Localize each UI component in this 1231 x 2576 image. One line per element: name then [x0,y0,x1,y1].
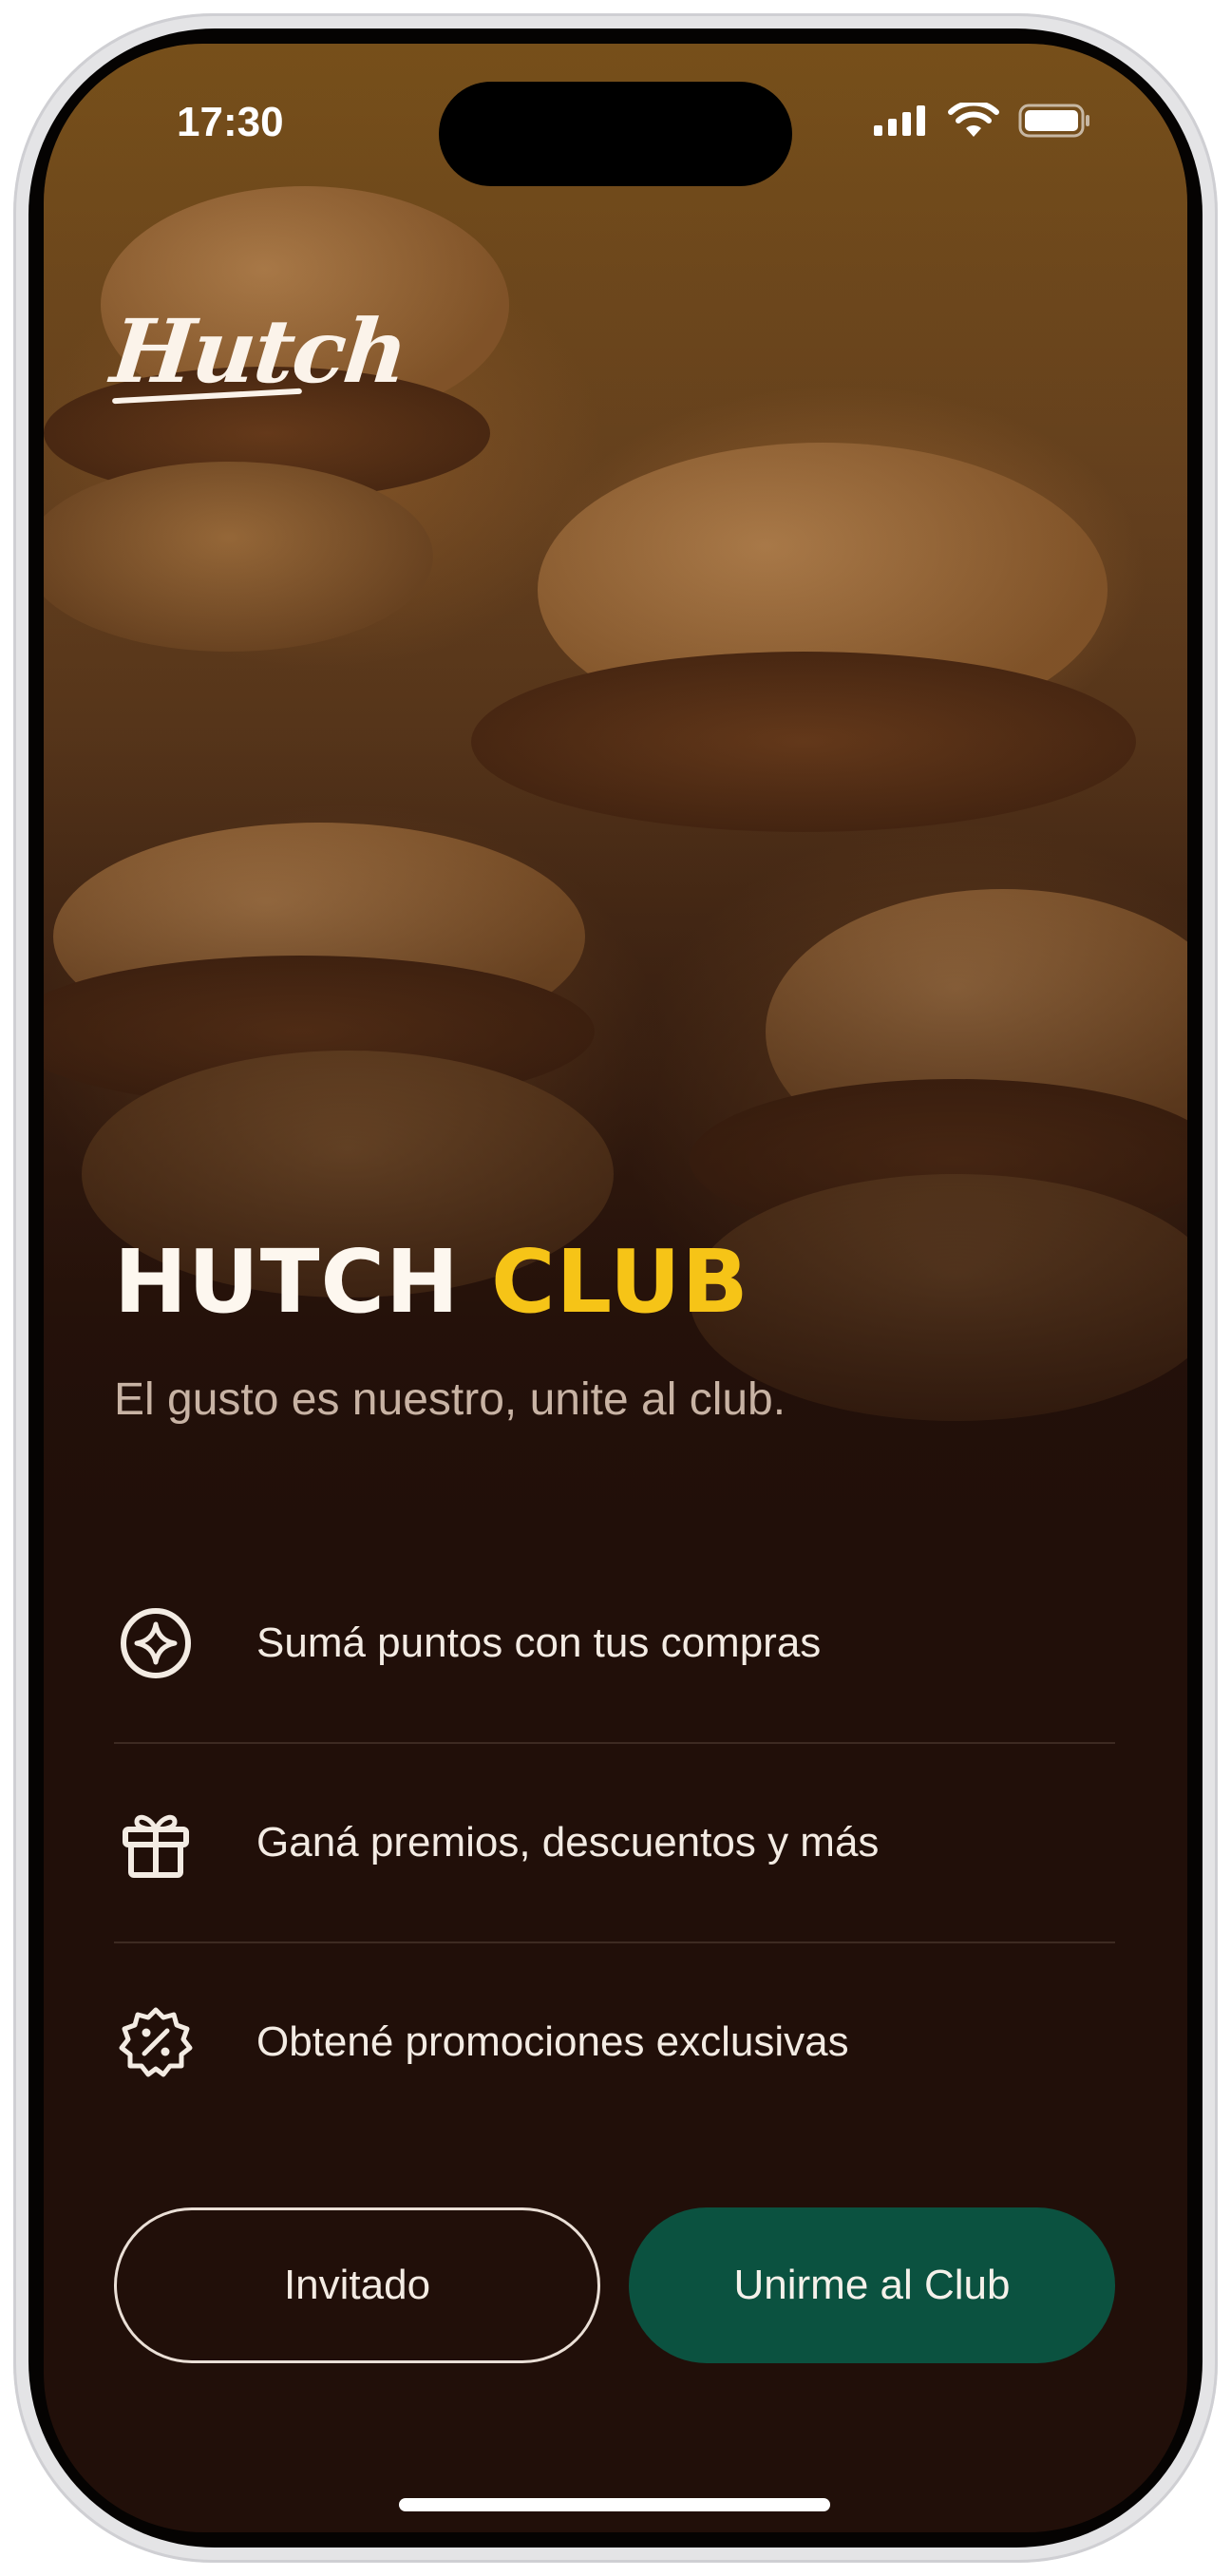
page-title: HUTCH CLUB [114,1231,749,1333]
list-item: Obtené promociones exclusivas [114,1943,1115,2141]
title-accent: CLUB [491,1231,749,1333]
gift-icon [123,1814,189,1878]
discount-badge-icon [119,2007,193,2077]
cellular-signal-icon [874,105,925,136]
hero-gradient-overlay [44,44,1187,1582]
benefit-label: Ganá premios, descuentos y más [256,1819,880,1866]
benefits-list: Sumá puntos con tus compras Ganá premios… [114,1544,1115,2141]
benefit-label: Obtené promociones exclusivas [256,2018,849,2065]
sparkle-circle-icon [121,1608,191,1678]
wifi-icon [948,103,999,137]
home-indicator[interactable] [399,2498,830,2511]
page-subtitle: El gusto es nuestro, unite al club. [114,1374,786,1425]
app-screen: 17:30 Hutch HUTCH CLUB El gusto es nuest… [44,44,1187,2532]
title-main: HUTCH [114,1231,460,1333]
list-item: Ganá premios, descuentos y más [114,1744,1115,1943]
join-club-button[interactable]: Unirme al Club [629,2207,1115,2363]
battery-icon [1018,104,1089,138]
benefit-label: Sumá puntos con tus compras [256,1619,822,1666]
hutch-logo: Hutch [106,300,411,403]
list-item: Sumá puntos con tus compras [114,1544,1115,1744]
status-time: 17:30 [177,99,284,145]
guest-button[interactable]: Invitado [114,2207,600,2363]
dynamic-island [439,82,792,186]
status-icons [872,103,1092,139]
